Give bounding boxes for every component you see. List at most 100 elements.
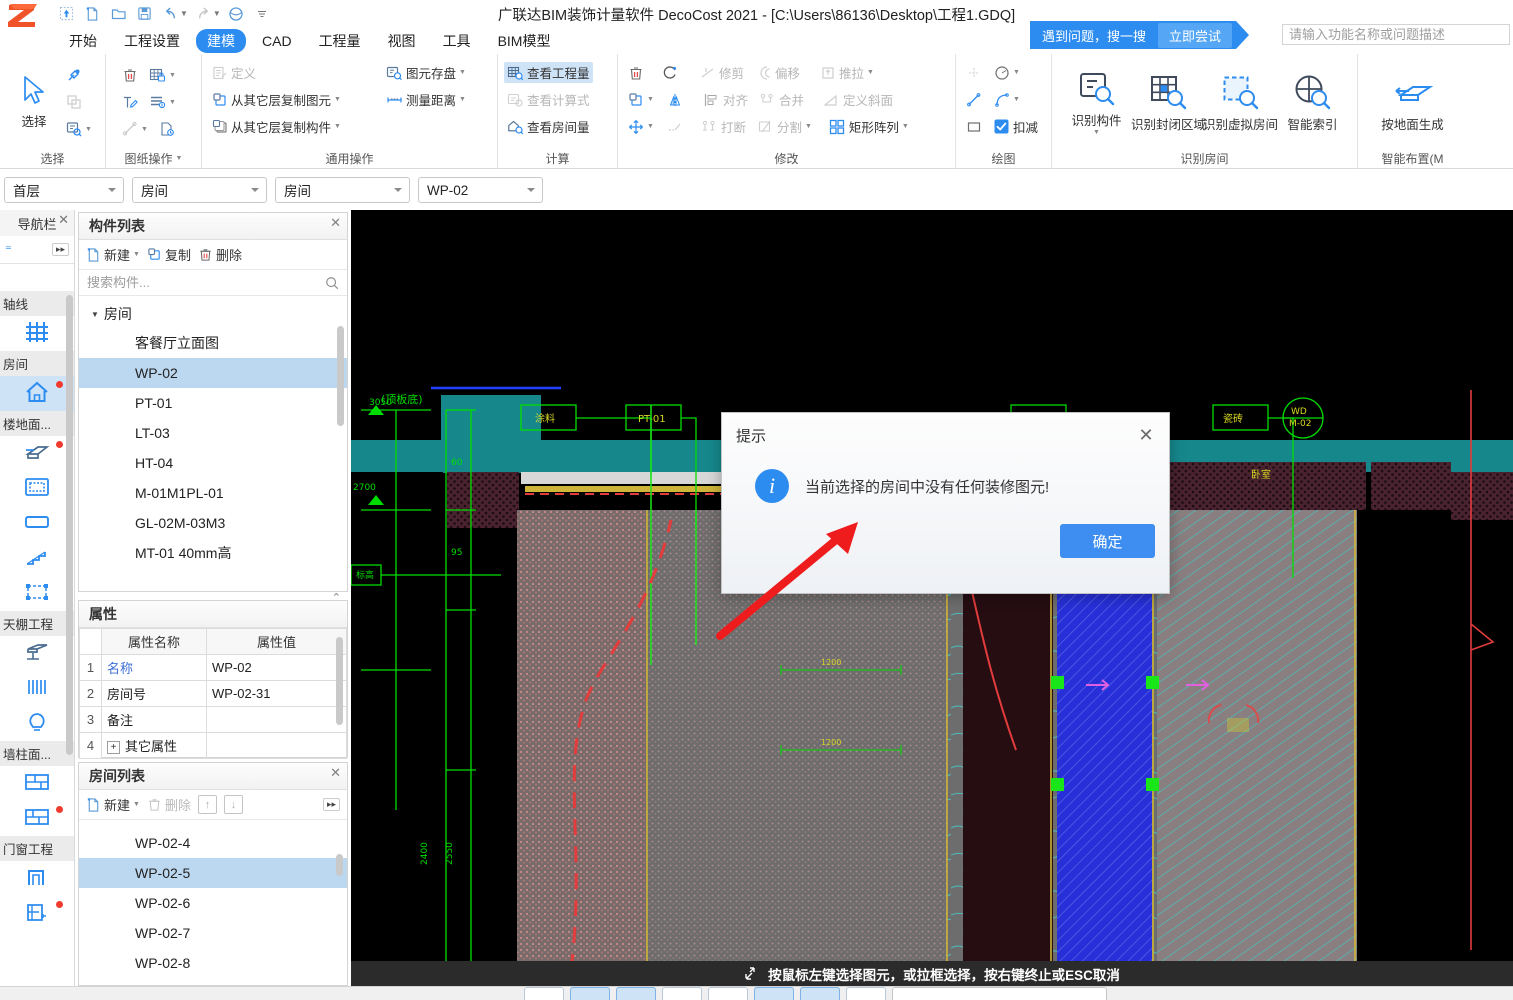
new-component-button[interactable]: 新建 ▼ bbox=[86, 245, 140, 264]
rect-array-dropdown-icon[interactable]: ▼ bbox=[902, 123, 909, 130]
collapse-up-icon[interactable]: ⌃ bbox=[332, 591, 341, 604]
component-tree[interactable]: ▼ 房间 客餐厅立面图 WP-02 PT-01 LT-03 HT-04 M-01… bbox=[79, 296, 347, 583]
split-dropdown-icon[interactable]: ▼ bbox=[805, 123, 812, 130]
mirror-button[interactable] bbox=[664, 90, 687, 109]
room-list[interactable]: WP-02-4 WP-02-5 WP-02-6 WP-02-7 WP-02-8 bbox=[79, 820, 347, 980]
draw-line-button[interactable]: ▼ bbox=[118, 120, 151, 139]
menu-tab-quantity[interactable]: 工程量 bbox=[308, 29, 372, 53]
room-list-scrollbar[interactable] bbox=[336, 854, 343, 876]
nav-item-floor-band[interactable] bbox=[0, 506, 74, 541]
selector-bar[interactable]: 首层 房间 房间 WP-02 bbox=[0, 170, 1513, 210]
nav-item-floor-slab[interactable] bbox=[0, 436, 74, 471]
new-room-dropdown-icon[interactable]: ▼ bbox=[133, 801, 140, 808]
navbar-toolbar[interactable]: ⁼ ▸▸ bbox=[0, 236, 74, 264]
lock-layer-button[interactable]: ▼ bbox=[146, 66, 179, 85]
bottom-tool-4[interactable] bbox=[662, 987, 702, 1000]
menu-tab-modeling[interactable]: 建模 bbox=[196, 28, 246, 53]
list-item[interactable]: WP-02-7 bbox=[79, 918, 347, 948]
component-search-input[interactable] bbox=[87, 275, 325, 290]
edit-text-button[interactable] bbox=[118, 93, 141, 112]
draw-rect-button[interactable] bbox=[962, 117, 985, 136]
navigation-bar[interactable]: 导航栏 ✕ ⁼ ▸▸ 轴线 房间 楼地面... 天棚工程 墙柱面... 门窗工程 bbox=[0, 210, 75, 1000]
query-element-dropdown-icon[interactable]: ▼ bbox=[85, 126, 92, 133]
prompt-dialog[interactable]: 提示 ✕ i 当前选择的房间中没有任何装修图元! 确定 bbox=[721, 412, 1170, 594]
view-quantity-button[interactable]: 查看工程量 bbox=[504, 62, 593, 83]
room-list-toolbar[interactable]: 新建 ▼ 删除 ↑ ↓ ▸▸ bbox=[79, 790, 347, 820]
nav-item-ceiling[interactable] bbox=[0, 636, 74, 671]
property-scrollbar[interactable] bbox=[336, 637, 343, 725]
identify-virtual-room-button[interactable]: 识别虚拟房间 bbox=[1203, 71, 1278, 133]
split-button[interactable]: 分割 ▼ bbox=[754, 116, 815, 137]
bottom-tool-2[interactable] bbox=[570, 987, 610, 1000]
expand-room-panel-icon[interactable]: ▸▸ bbox=[322, 798, 340, 811]
new-component-dropdown-icon[interactable]: ▼ bbox=[133, 251, 140, 258]
property-row-value[interactable] bbox=[206, 706, 347, 733]
merge-button[interactable]: 合并 bbox=[756, 89, 807, 110]
delete-component-button[interactable]: 删除 bbox=[198, 245, 242, 264]
component-item-5[interactable]: M-01M1PL-01 bbox=[79, 478, 347, 508]
measure-distance-dropdown-icon[interactable]: ▼ bbox=[459, 96, 466, 103]
save-element-button[interactable]: 图元存盘 ▼ bbox=[383, 62, 469, 83]
save-element-dropdown-icon[interactable]: ▼ bbox=[459, 69, 466, 76]
bottom-tool-3[interactable] bbox=[616, 987, 656, 1000]
drawing-ops-expand-icon[interactable]: ▼ bbox=[176, 155, 183, 162]
more-icon[interactable] bbox=[250, 3, 275, 25]
nav-item-room[interactable] bbox=[0, 376, 74, 411]
push-pull-button[interactable]: 推拉 ▼ bbox=[816, 62, 877, 83]
chevron-down-icon[interactable] bbox=[108, 188, 116, 192]
offset-button[interactable]: 偏移 bbox=[752, 62, 803, 83]
nav-item-stair[interactable] bbox=[0, 541, 74, 576]
nav-item-skirting[interactable] bbox=[0, 471, 74, 506]
close-icon[interactable]: ✕ bbox=[330, 765, 341, 781]
component-item-0[interactable]: 客餐厅立面图 bbox=[79, 328, 347, 358]
draw-line-dropdown-icon[interactable]: ▼ bbox=[141, 126, 148, 133]
copy-component-dropdown-icon[interactable]: ▼ bbox=[334, 123, 341, 130]
smart-index-button[interactable]: 智能索引 bbox=[1279, 71, 1347, 133]
list-item[interactable]: WP-02-5 bbox=[79, 858, 347, 888]
copy-button[interactable]: ▼ bbox=[624, 90, 657, 109]
component-item-7[interactable]: MT-01 40mm高 bbox=[79, 538, 347, 568]
identify-closed-area-button[interactable]: 识别封闭区域 bbox=[1131, 71, 1206, 133]
rect-array-button[interactable]: 矩形阵列 ▼ bbox=[826, 116, 912, 137]
table-row[interactable]: 3 备注 bbox=[79, 706, 347, 733]
identify-component-dropdown-icon[interactable]: ▼ bbox=[1093, 129, 1100, 136]
menu-tab-project-settings[interactable]: 工程设置 bbox=[113, 29, 191, 53]
bottom-tool-1[interactable] bbox=[524, 987, 564, 1000]
nav-item-grid-axis[interactable] bbox=[0, 316, 74, 351]
confirm-button[interactable]: 确定 bbox=[1060, 524, 1155, 558]
view-room-quantity-button[interactable]: 查看房间量 bbox=[504, 116, 593, 137]
copy-properties-button[interactable] bbox=[62, 93, 85, 112]
copy-component-button[interactable]: 复制 bbox=[147, 245, 191, 264]
nav-item-light[interactable] bbox=[0, 706, 74, 741]
promo-banner[interactable]: 遇到问题，搜一搜 立即尝试 bbox=[1030, 21, 1250, 49]
arc-dropdown-icon[interactable]: ▼ bbox=[1013, 96, 1020, 103]
draw-arc-button[interactable]: ▼ bbox=[990, 90, 1023, 109]
delete-drawing-button[interactable] bbox=[118, 66, 141, 85]
component-item-3[interactable]: LT-03 bbox=[79, 418, 347, 448]
nav-item-column-face[interactable] bbox=[0, 801, 74, 836]
bottom-tool-8[interactable] bbox=[846, 987, 886, 1000]
new-room-button[interactable]: 新建 ▼ bbox=[86, 795, 140, 814]
bottom-toolbar[interactable] bbox=[0, 986, 1513, 1000]
property-row-value[interactable] bbox=[206, 732, 347, 759]
select-tool-button[interactable]: 选择 bbox=[6, 72, 62, 132]
chevron-down-icon[interactable] bbox=[251, 188, 259, 192]
move-room-up-button[interactable]: ↑ bbox=[197, 795, 217, 814]
draw-line2-button[interactable] bbox=[962, 90, 985, 109]
new-file-icon[interactable] bbox=[80, 3, 105, 25]
nav-item-wall-face[interactable] bbox=[0, 766, 74, 801]
circle-dropdown-icon[interactable]: ▼ bbox=[1013, 69, 1020, 76]
extend-button[interactable] bbox=[664, 117, 687, 136]
bottom-tool-5[interactable] bbox=[708, 987, 748, 1000]
move-dropdown-icon[interactable]: ▼ bbox=[647, 123, 654, 130]
draw-point-button[interactable] bbox=[962, 63, 985, 82]
list-item[interactable]: WP-02-4 bbox=[79, 828, 347, 858]
break-button[interactable]: 打断 bbox=[698, 116, 749, 137]
menu-tab-start[interactable]: 开始 bbox=[58, 29, 108, 53]
nav-item-platform[interactable] bbox=[0, 576, 74, 611]
component-item-2[interactable]: PT-01 bbox=[79, 388, 347, 418]
floor-select[interactable]: 首层 bbox=[4, 177, 124, 203]
copy-dropdown-icon[interactable]: ▼ bbox=[647, 96, 654, 103]
align-button[interactable]: 对齐 bbox=[700, 89, 751, 110]
collapse-icon[interactable]: ⁼ bbox=[5, 242, 12, 258]
